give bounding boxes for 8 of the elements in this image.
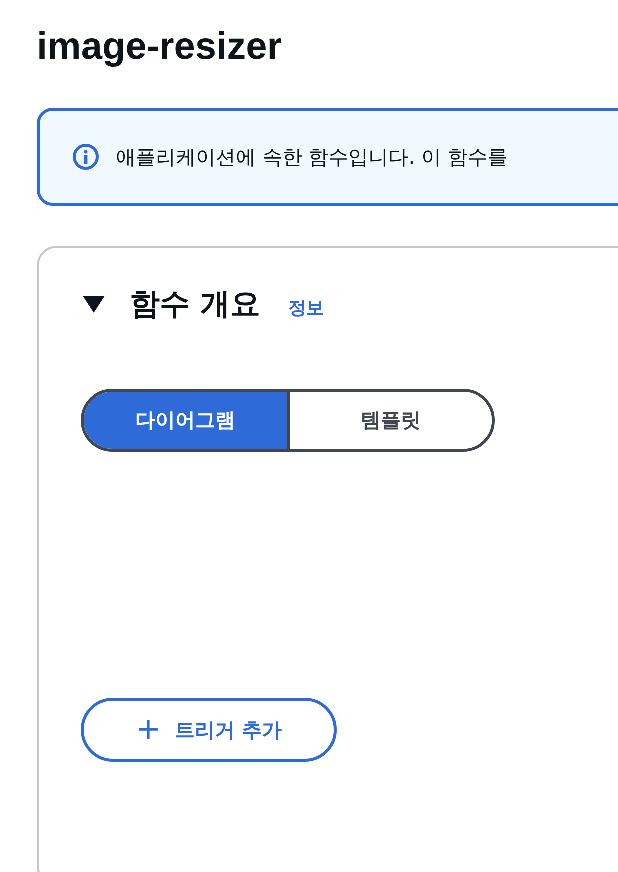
alert-message: 애플리케이션에 속한 함수입니다. 이 함수를	[116, 144, 508, 170]
section-title: 함수 개요	[130, 286, 260, 324]
collapse-caret-icon[interactable]	[83, 296, 105, 314]
add-trigger-button[interactable]: + 트리거 추가	[81, 698, 337, 762]
view-toggle-segment[interactable]: 다이어그램	[84, 392, 290, 449]
page-title: image-resizer	[37, 25, 284, 70]
info-link[interactable]: 정보	[288, 296, 324, 320]
info-icon	[72, 143, 100, 171]
